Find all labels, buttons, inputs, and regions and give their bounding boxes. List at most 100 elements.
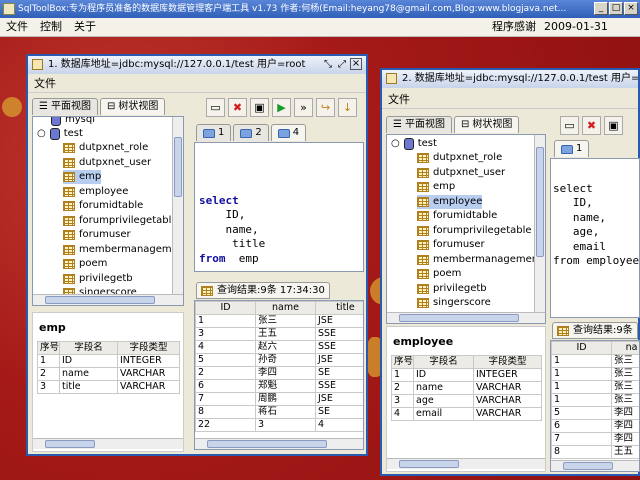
column-header[interactable]: ID <box>195 301 256 315</box>
sql-tab-1[interactable]: 1 <box>554 140 590 157</box>
menu-file[interactable]: 文件 <box>0 18 34 36</box>
table-cell[interactable]: 郑魁 <box>255 379 316 393</box>
table-cell[interactable]: 5 <box>195 353 256 367</box>
result-row[interactable]: 8 王五 <box>551 445 639 459</box>
result-tab[interactable]: 查询结果:9条 <box>552 322 638 339</box>
window-menu-file[interactable]: 文件 <box>388 93 410 106</box>
restore-icon[interactable]: ⤡ <box>324 56 332 74</box>
format-icon[interactable]: ↪ <box>316 98 335 117</box>
field-row[interactable]: 2 name VARCHAR <box>391 381 542 395</box>
sql-tab-2[interactable]: 2 <box>233 124 269 141</box>
tree-node-table[interactable]: forumuser <box>63 228 131 242</box>
table-cell[interactable]: VARCHAR <box>117 380 180 394</box>
column-header[interactable]: title <box>315 301 363 315</box>
field-row[interactable]: 3 title VARCHAR <box>37 380 180 394</box>
table-cell[interactable]: 4 <box>315 418 363 432</box>
table-cell[interactable]: 8 <box>195 405 256 419</box>
tree-node-test[interactable]: ○ test <box>37 127 83 141</box>
table-cell[interactable]: age <box>413 394 474 408</box>
column-header[interactable]: 序号 <box>391 355 414 369</box>
save-icon[interactable]: ▣ <box>604 116 623 135</box>
window-title-bar[interactable]: 1. 数据库地址=jdbc:mysql://127.0.0.1/test 用户=… <box>28 56 366 74</box>
table-cell[interactable]: 3 <box>391 394 414 408</box>
scroll-thumb[interactable] <box>536 147 544 257</box>
close-button[interactable]: × <box>624 2 638 15</box>
result-row[interactable]: 7 周鹏 JSE <box>195 392 363 406</box>
tree-node-table[interactable]: poem <box>417 267 461 281</box>
tree-node-table[interactable]: forumidtable <box>417 209 497 223</box>
table-cell[interactable]: VARCHAR <box>473 407 542 421</box>
tree-node-table[interactable]: forumidtable <box>63 199 143 213</box>
table-cell[interactable]: 张三 <box>611 380 639 394</box>
tree-vscroll[interactable] <box>172 117 183 295</box>
download-icon[interactable]: ↓ <box>338 98 357 117</box>
table-cell[interactable]: 4 <box>391 407 414 421</box>
tree-node-table[interactable]: forumprivilegetable <box>417 224 532 238</box>
table-cell[interactable]: JSE <box>315 314 363 328</box>
result-row[interactable]: 1 张三 JSE <box>195 314 363 328</box>
table-cell[interactable]: SSE <box>315 379 363 393</box>
table-cell[interactable]: SE <box>315 405 363 419</box>
tree-node-table[interactable]: forumuser <box>417 238 485 252</box>
tree-node-table[interactable]: dutpxnet_role <box>63 141 148 155</box>
tree-node-table[interactable]: membermanagement <box>63 243 183 257</box>
tree-node-table[interactable]: dutpxnet_user <box>417 166 505 180</box>
tree-node-mysql[interactable]: mysql <box>51 117 95 127</box>
table-cell[interactable]: 7 <box>195 392 256 406</box>
table-cell[interactable]: 8 <box>551 445 612 459</box>
tree-node-table[interactable]: forumprivilegetable <box>63 214 178 228</box>
table-cell[interactable]: 李四 <box>611 432 639 446</box>
result-row[interactable]: 6 郑魁 SSE <box>195 379 363 393</box>
table-cell[interactable]: 2 <box>37 367 60 381</box>
tree-node-table[interactable]: emp <box>417 180 455 194</box>
table-cell[interactable]: 孙奇 <box>255 353 316 367</box>
table-cell[interactable]: 赵六 <box>255 340 316 354</box>
table-cell[interactable]: INTEGER <box>473 368 542 382</box>
result-row[interactable]: 1 张三 <box>551 367 639 381</box>
table-cell[interactable]: INTEGER <box>117 354 180 368</box>
table-cell[interactable]: 22 <box>195 418 256 432</box>
sql-tab-1[interactable]: 1 <box>196 124 232 141</box>
table-cell[interactable]: name <box>59 367 118 381</box>
result-row[interactable]: 3 王五 SSE <box>195 327 363 341</box>
sql-tab-4[interactable]: 4 <box>270 124 307 141</box>
table-cell[interactable]: 1 <box>37 354 60 368</box>
table-cell[interactable]: 6 <box>195 379 256 393</box>
table-cell[interactable]: SSE <box>315 327 363 341</box>
tree-node-table[interactable]: singerscore <box>417 296 491 310</box>
info-hscroll[interactable] <box>33 438 183 449</box>
scroll-thumb[interactable] <box>563 462 613 470</box>
table-cell[interactable]: JSE <box>315 392 363 406</box>
column-header[interactable]: 字段名 <box>59 341 118 355</box>
table-cell[interactable]: 周鹏 <box>255 392 316 406</box>
tree-node-table[interactable]: dutpxnet_user <box>63 156 151 170</box>
column-header[interactable]: 序号 <box>37 341 60 355</box>
tab-tree-view[interactable]: ⊟ 树状视图 <box>99 98 166 115</box>
result-tab[interactable]: 查询结果:9条 17:34:30 <box>196 282 330 299</box>
table-cell[interactable]: JSE <box>315 353 363 367</box>
result-row[interactable]: 7 李四 <box>551 432 639 446</box>
run-icon[interactable]: ▶ <box>272 98 291 117</box>
thanks-link[interactable]: 程序感谢 <box>486 18 542 36</box>
maximize-icon[interactable]: ⤢ <box>338 56 346 74</box>
table-cell[interactable]: 李四 <box>611 406 639 420</box>
table-cell[interactable]: 1 <box>391 368 414 382</box>
result-hscroll[interactable] <box>195 438 363 449</box>
tree-node-table[interactable]: membermanagement <box>417 253 542 267</box>
table-cell[interactable]: VARCHAR <box>117 367 180 381</box>
tree-hscroll[interactable] <box>387 312 545 323</box>
table-cell[interactable]: 4 <box>195 340 256 354</box>
tree-node-table[interactable]: privilegetb <box>417 282 487 296</box>
table-cell[interactable]: SE <box>315 366 363 380</box>
menu-control[interactable]: 控制 <box>34 18 68 36</box>
table-cell[interactable]: ID <box>59 354 118 368</box>
close-icon[interactable]: × <box>350 58 362 70</box>
result-row[interactable]: 1 张三 <box>551 380 639 394</box>
field-row[interactable]: 2 name VARCHAR <box>37 367 180 381</box>
table-cell[interactable]: 3 <box>255 418 316 432</box>
folder-icon[interactable]: ▭ <box>206 98 225 117</box>
table-cell[interactable]: 1 <box>551 354 612 368</box>
table-cell[interactable]: 1 <box>551 393 612 407</box>
maximize-button[interactable]: □ <box>609 2 623 15</box>
table-cell[interactable]: 7 <box>551 432 612 446</box>
